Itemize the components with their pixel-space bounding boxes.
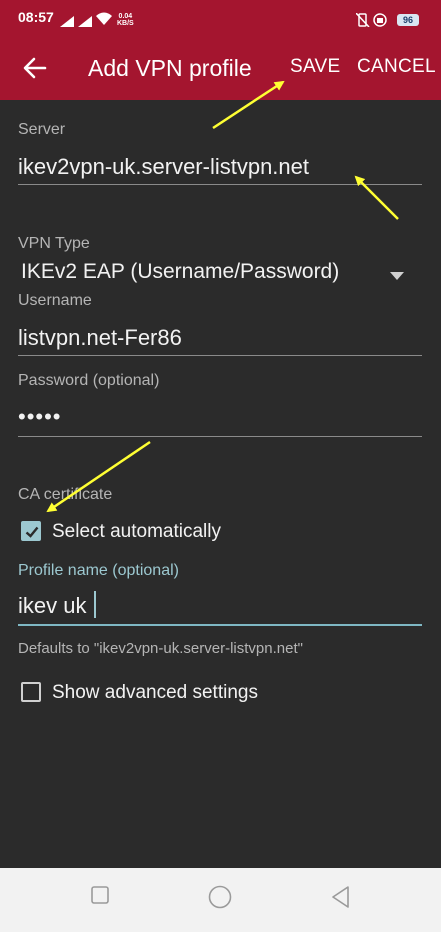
recents-button[interactable] [91, 886, 109, 909]
arrow-to-save [212, 80, 285, 130]
arrow-to-checkbox [46, 440, 151, 513]
back-nav-button[interactable] [330, 885, 350, 914]
annotation-arrows [46, 80, 399, 513]
square-icon [91, 886, 109, 904]
navigation-bar [0, 868, 441, 932]
circle-icon [208, 885, 232, 909]
arrow-to-server [354, 175, 399, 220]
triangle-back-icon [332, 886, 349, 908]
home-button[interactable] [208, 885, 232, 914]
